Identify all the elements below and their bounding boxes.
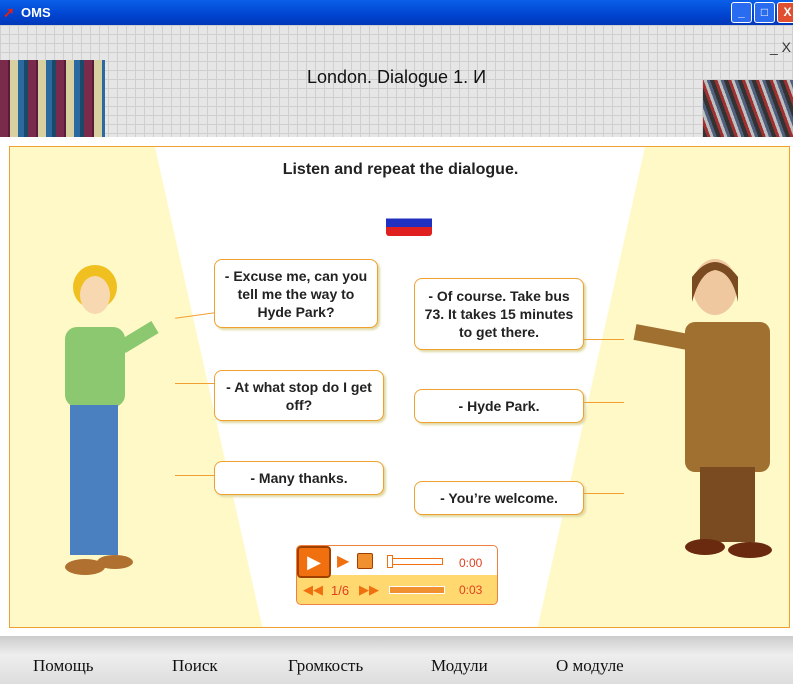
volume-slider[interactable]	[389, 586, 445, 594]
speech-bubble-right-1[interactable]: - Of course. Take bus 73. It takes 15 mi…	[414, 278, 584, 350]
app-logo-icon: ➚	[3, 4, 15, 20]
stop-button[interactable]	[357, 553, 373, 569]
nav-volume[interactable]: Громкость	[288, 656, 363, 676]
instruction: Listen and repeat the dialogue.	[282, 161, 519, 178]
audio-player: ▶ ▶ 0:00 ◀◀ 1/6 ▶▶ 0:03	[296, 545, 498, 605]
elapsed-time: 0:00	[459, 556, 483, 570]
duration: 0:03	[459, 583, 483, 597]
progress-slider[interactable]	[387, 555, 443, 568]
nav-modules[interactable]: Модули	[431, 656, 488, 676]
close-button[interactable]: X	[777, 2, 793, 23]
speech-bubble-left-2[interactable]: - At what stop do I get off?	[214, 370, 384, 421]
bubble-tail	[584, 493, 624, 494]
header-controls: _ X	[770, 39, 791, 55]
speech-bubble-right-2[interactable]: - Hyde Park.	[414, 389, 584, 423]
young-man-illustration	[65, 265, 159, 575]
previous-button[interactable]: ◀◀	[303, 582, 323, 598]
bottom-nav: Помощь Поиск Громкость Модули О модуле	[0, 636, 793, 684]
header-minimize-button[interactable]: _	[770, 39, 778, 55]
nav-search[interactable]: Поиск	[172, 656, 218, 676]
maximize-button[interactable]: □	[754, 2, 775, 23]
bubble-tail	[175, 383, 215, 384]
bubble-tail	[584, 339, 624, 340]
russian-flag-icon[interactable]	[386, 210, 432, 236]
window-titlebar: ➚ OMS _ □ X	[0, 0, 793, 25]
play-all-button[interactable]: ▶	[297, 546, 331, 578]
dialogue-stage: Listen and repeat the dialogue. - Excuse…	[9, 146, 790, 628]
speech-bubble-right-3[interactable]: - You’re welcome.	[414, 481, 584, 515]
track-counter: 1/6	[331, 583, 350, 598]
old-man-illustration	[633, 259, 772, 558]
header: London. Dialogue 1. И _ X	[0, 25, 793, 137]
bubble-tail	[175, 475, 215, 476]
nav-help[interactable]: Помощь	[33, 656, 94, 676]
play-button[interactable]: ▶	[337, 551, 349, 571]
books-right-image	[703, 80, 793, 137]
speech-bubble-left-3[interactable]: - Many thanks.	[214, 461, 384, 495]
nav-about-module[interactable]: О модуле	[556, 656, 624, 676]
progress-handle[interactable]	[387, 555, 393, 568]
next-button[interactable]: ▶▶	[359, 582, 379, 598]
header-close-button[interactable]: X	[782, 39, 791, 55]
minimize-button[interactable]: _	[731, 2, 752, 23]
window-title: OMS	[21, 5, 51, 20]
bubble-tail	[584, 402, 624, 403]
page-title: London. Dialogue 1. И	[306, 67, 487, 87]
speech-bubble-left-1[interactable]: - Excuse me, can you tell me the way to …	[214, 259, 378, 328]
